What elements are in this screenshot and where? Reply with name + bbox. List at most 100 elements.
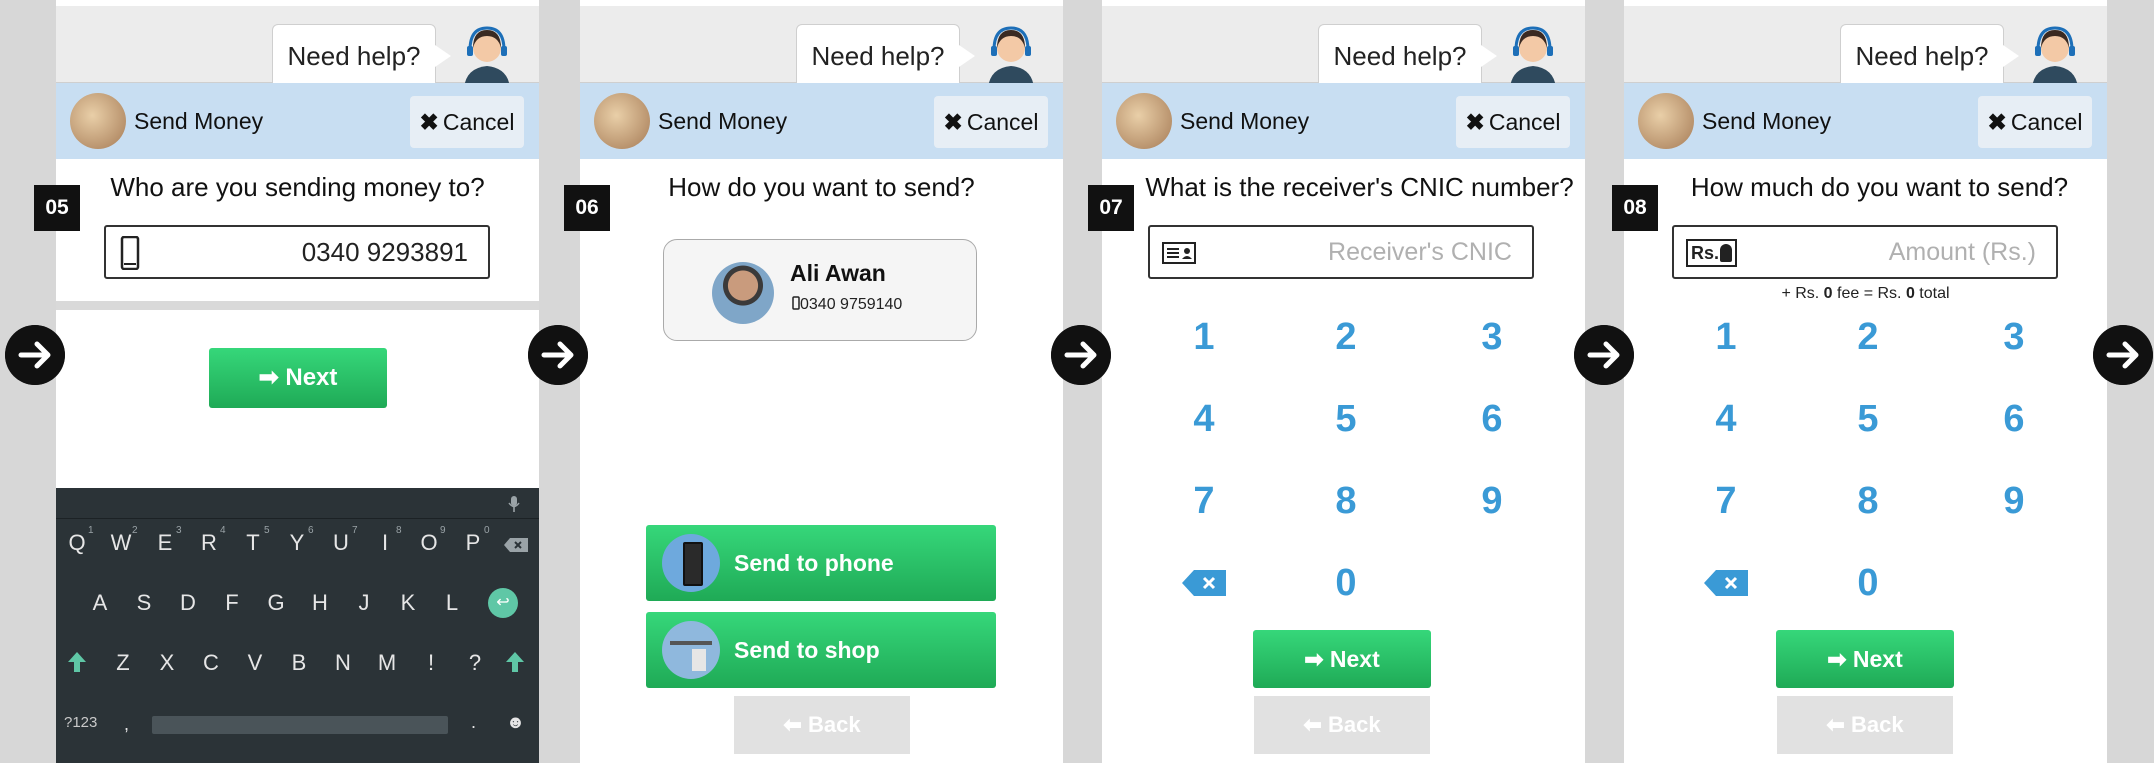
emoji-icon[interactable]: ☻ <box>506 712 525 733</box>
fee-summary: + Rs. 0 fee = Rs. 0 total <box>1624 285 2107 303</box>
space-bar[interactable] <box>152 716 448 734</box>
cnic-field[interactable]: Receiver's CNIC <box>1148 225 1534 279</box>
comma-key[interactable]: , <box>124 714 129 735</box>
shift-icon[interactable] <box>506 652 524 674</box>
key-c[interactable]: C <box>196 650 226 676</box>
contact-card[interactable]: Ali Awan 0340 9759140 <box>663 239 977 341</box>
key-a[interactable]: A <box>85 590 115 616</box>
keypad-7[interactable]: 7 <box>1686 480 1766 523</box>
keypad-1[interactable]: 1 <box>1686 316 1766 359</box>
keypad-2[interactable]: 2 <box>1828 316 1908 359</box>
shift-icon[interactable] <box>68 652 86 674</box>
keypad-3[interactable]: 3 <box>1974 316 2054 359</box>
cancel-button[interactable]: ✖ Cancel <box>934 96 1048 148</box>
key-f[interactable]: F <box>217 590 247 616</box>
arrow-left-icon: ⬅ <box>783 712 808 737</box>
cancel-button[interactable]: ✖ Cancel <box>1456 96 1570 148</box>
need-help-label: Need help? <box>811 41 945 71</box>
key-k[interactable]: K <box>393 590 423 616</box>
cancel-label: Cancel <box>442 109 515 135</box>
support-agent-icon[interactable] <box>1500 22 1566 88</box>
key-j[interactable]: J <box>349 590 379 616</box>
key-question[interactable]: ? <box>460 650 490 676</box>
keypad-2[interactable]: 2 <box>1306 316 1386 359</box>
cancel-button[interactable]: ✖ Cancel <box>410 96 524 148</box>
close-icon: ✖ <box>1465 109 1485 135</box>
keypad-1[interactable]: 1 <box>1164 316 1244 359</box>
keypad-8[interactable]: 8 <box>1306 480 1386 523</box>
keypad-9[interactable]: 9 <box>1974 480 2054 523</box>
key-b[interactable]: B <box>284 650 314 676</box>
phone-number-field[interactable]: 0340 9293891 <box>104 225 490 279</box>
keypad-8[interactable]: 8 <box>1828 480 1908 523</box>
symbols-key[interactable]: ?123 <box>64 714 97 731</box>
need-help-button[interactable]: Need help? <box>796 24 975 88</box>
key-hint-7: 7 <box>352 525 358 536</box>
send-money-header: Send Money ✖ Cancel <box>1624 83 2107 159</box>
key-d[interactable]: D <box>173 590 203 616</box>
keyboard-row-4: ?123 , . ☻ <box>56 710 539 756</box>
keypad-5[interactable]: 5 <box>1306 398 1386 441</box>
arrow-right-circle-icon <box>528 325 588 385</box>
microphone-icon[interactable] <box>508 496 520 512</box>
keypad-0[interactable]: 0 <box>1306 562 1386 605</box>
enter-icon: ↩ <box>496 594 510 611</box>
rupee-icon-label: Rs. <box>1691 243 1720 263</box>
contact-name: Ali Awan <box>790 260 886 286</box>
keypad-3[interactable]: 3 <box>1452 316 1532 359</box>
back-button[interactable]: ⬅ Back <box>1254 696 1430 754</box>
screen-06: Need help? Send Money ✖ Cancel How do you… <box>580 0 1063 763</box>
need-help-button[interactable]: Need help? <box>272 24 451 88</box>
support-agent-icon[interactable] <box>454 22 520 88</box>
keypad-6[interactable]: 6 <box>1452 398 1532 441</box>
backspace-icon[interactable] <box>1704 570 1748 596</box>
support-agent-icon[interactable] <box>978 22 1044 88</box>
send-money-header: Send Money ✖ Cancel <box>580 83 1063 159</box>
need-help-button[interactable]: Need help? <box>1318 24 1497 88</box>
fee-prefix: + Rs. <box>1781 285 1824 302</box>
key-n[interactable]: N <box>328 650 358 676</box>
question-text: How do you want to send? <box>668 172 975 202</box>
help-bar: Need help? <box>56 6 539 88</box>
key-s[interactable]: S <box>129 590 159 616</box>
keypad-5[interactable]: 5 <box>1828 398 1908 441</box>
enter-key[interactable]: ↩ <box>488 588 518 618</box>
send-to-shop-button[interactable]: Send to shop <box>646 612 996 688</box>
backspace-icon[interactable] <box>504 538 528 552</box>
need-help-label: Need help? <box>287 41 421 71</box>
back-button[interactable]: ⬅ Back <box>1777 696 1953 754</box>
send-to-phone-button[interactable]: Send to phone <box>646 525 996 601</box>
cancel-button[interactable]: ✖ Cancel <box>1978 96 2092 148</box>
shop-icon <box>662 621 720 679</box>
step-badge-07: 07 <box>1088 185 1134 231</box>
key-g[interactable]: G <box>261 590 291 616</box>
keypad-6[interactable]: 6 <box>1974 398 2054 441</box>
backspace-icon[interactable] <box>1182 570 1226 596</box>
question-text: Who are you sending money to? <box>110 172 485 202</box>
keypad-9[interactable]: 9 <box>1452 480 1532 523</box>
keypad-4[interactable]: 4 <box>1686 398 1766 441</box>
amount-field[interactable]: Rs. Amount (Rs.) <box>1672 225 2058 279</box>
key-z[interactable]: Z <box>108 650 138 676</box>
key-l[interactable]: L <box>437 590 467 616</box>
back-button[interactable]: ⬅ Back <box>734 696 910 754</box>
next-button[interactable]: ➡ Next <box>209 348 387 408</box>
keypad-4[interactable]: 4 <box>1164 398 1244 441</box>
key-x[interactable]: X <box>152 650 182 676</box>
key-m[interactable]: M <box>372 650 402 676</box>
key-h[interactable]: H <box>305 590 335 616</box>
next-button[interactable]: ➡ Next <box>1776 630 1954 688</box>
send-money-icon <box>1116 93 1172 149</box>
key-v[interactable]: V <box>240 650 270 676</box>
key-hint-3: 3 <box>176 525 182 536</box>
keypad-0[interactable]: 0 <box>1828 562 1908 605</box>
cnic-placeholder: Receiver's CNIC <box>1328 238 1512 266</box>
keypad-7[interactable]: 7 <box>1164 480 1244 523</box>
contact-phone: 0340 9759140 <box>800 296 903 313</box>
key-exclamation[interactable]: ! <box>416 650 446 676</box>
support-agent-icon[interactable] <box>2022 22 2088 88</box>
next-button[interactable]: ➡ Next <box>1253 630 1431 688</box>
period-key[interactable]: . <box>471 712 476 733</box>
need-help-label: Need help? <box>1855 41 1989 71</box>
need-help-button[interactable]: Need help? <box>1840 24 2019 88</box>
